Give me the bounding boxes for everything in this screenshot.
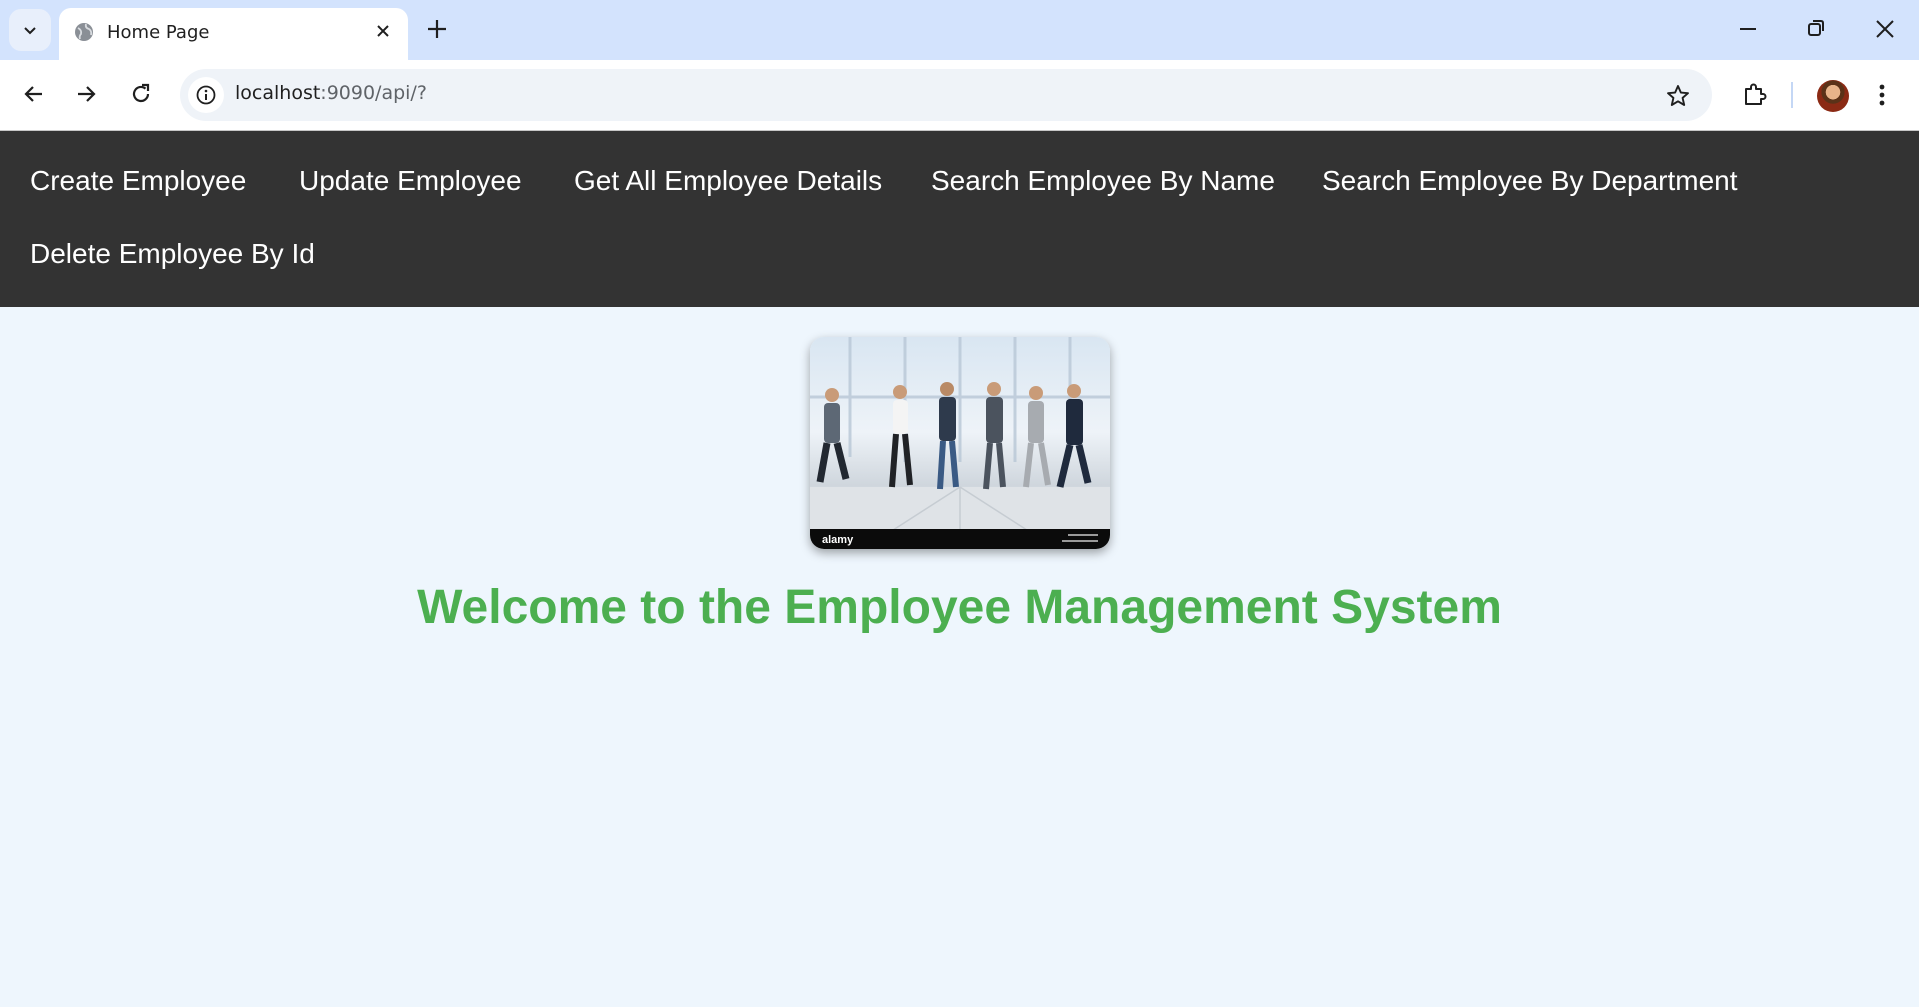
chevron-down-icon: [24, 27, 36, 35]
nav-create-employee[interactable]: Create Employee: [30, 165, 246, 197]
close-tab-icon[interactable]: [372, 20, 394, 42]
browser-toolbar: localhost:9090/api/?: [0, 60, 1919, 131]
info-icon: [196, 85, 216, 105]
address-bar[interactable]: localhost:9090/api/?: [180, 69, 1712, 121]
url-path: :9090/api/?: [320, 82, 427, 104]
browser-tab[interactable]: Home Page: [59, 8, 408, 60]
site-info-button[interactable]: [188, 77, 224, 113]
tab-search-button[interactable]: [9, 9, 51, 51]
more-menu-icon[interactable]: [1876, 81, 1888, 109]
nav-search-by-name[interactable]: Search Employee By Name: [931, 165, 1275, 197]
nav-search-by-department[interactable]: Search Employee By Department: [1322, 165, 1738, 197]
nav-update-employee[interactable]: Update Employee: [299, 165, 522, 197]
extensions-puzzle-icon[interactable]: [1740, 80, 1768, 108]
reload-icon[interactable]: [127, 80, 155, 108]
business-team-illustration: alamy: [810, 337, 1110, 549]
welcome-heading: Welcome to the Employee Management Syste…: [417, 581, 1502, 634]
watermark-text: alamy: [822, 534, 854, 546]
globe-icon: [75, 23, 93, 41]
url-text[interactable]: localhost:9090/api/?: [235, 82, 427, 104]
close-window-icon[interactable]: [1873, 15, 1897, 43]
forward-arrow-icon[interactable]: [72, 80, 100, 108]
toolbar-separator: [1791, 82, 1793, 108]
url-host: localhost: [235, 82, 321, 104]
minimize-icon[interactable]: [1736, 15, 1760, 43]
tab-title: Home Page: [107, 22, 210, 43]
bookmark-star-icon[interactable]: [1665, 83, 1691, 109]
nav-delete-by-id[interactable]: Delete Employee By Id: [30, 238, 315, 270]
nav-get-all-employees[interactable]: Get All Employee Details: [574, 165, 882, 197]
new-tab-icon[interactable]: [423, 15, 451, 43]
main-navigation: Create Employee Update Employee Get All …: [0, 131, 1919, 307]
profile-avatar[interactable]: [1817, 80, 1849, 112]
browser-tab-strip: Home Page: [0, 0, 1919, 60]
back-arrow-icon[interactable]: [20, 80, 48, 108]
hero-image: alamy: [810, 337, 1110, 549]
restore-icon[interactable]: [1804, 15, 1828, 43]
